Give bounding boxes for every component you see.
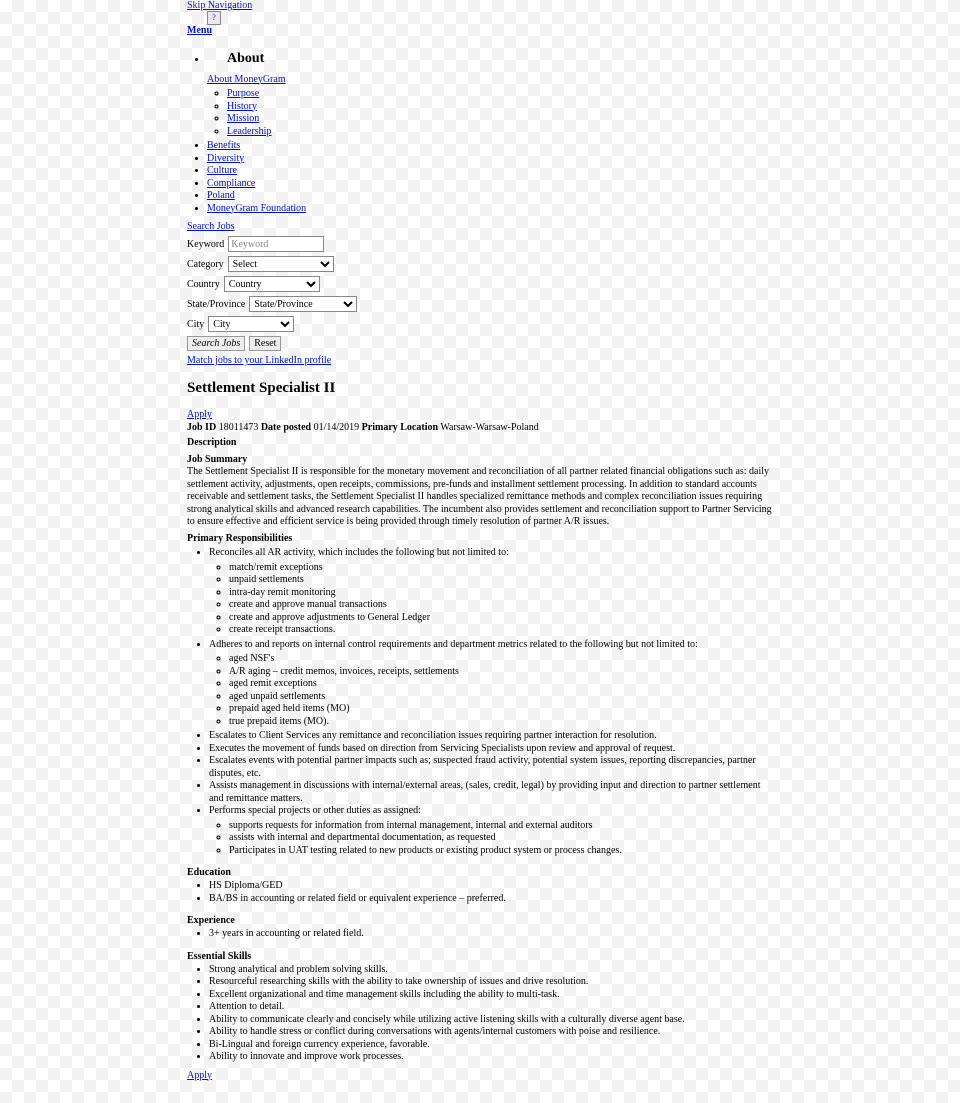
apply-top-link[interactable]: Apply: [187, 409, 212, 420]
nav-diversity[interactable]: Diversity: [207, 153, 244, 164]
menu-toggle[interactable]: Menu: [187, 25, 212, 36]
nav-compliance[interactable]: Compliance: [207, 178, 255, 189]
exp-1: 3+ years in accounting or related field.: [209, 928, 777, 941]
category-select[interactable]: Select: [228, 256, 334, 272]
about-heading: About: [227, 50, 960, 68]
date-posted-value: 01/14/2019: [314, 422, 360, 433]
job-meta: Job ID 18011473 Date posted 01/14/2019 P…: [187, 422, 960, 433]
about-moneygram-link[interactable]: About MoneyGram: [207, 74, 286, 85]
resp-1: Reconciles all AR activity, which includ…: [209, 547, 509, 558]
keyword-label: Keyword: [187, 239, 224, 250]
resp-2-1: aged NSF's: [229, 653, 777, 666]
resp-1-3: intra‑day remit monitoring: [229, 587, 777, 600]
ess-3: Excellent organizational and time manage…: [209, 989, 777, 1002]
resp-2-4: aged unpaid settlements: [229, 691, 777, 704]
primary-resp-heading: Primary Responsibilities: [187, 533, 777, 546]
edu-2: BA/BS in accounting or related field or …: [209, 893, 777, 906]
ess-2: Resourceful researching skills with the …: [209, 976, 777, 989]
nav-culture[interactable]: Culture: [207, 165, 237, 176]
nav-benefits[interactable]: Benefits: [207, 140, 240, 151]
sub-mission[interactable]: Mission: [227, 113, 259, 124]
search-section: Search Jobs Keyword Category Select Coun…: [187, 221, 960, 366]
resp-2-5: prepaid aged held items (MO): [229, 703, 777, 716]
country-label: Country: [187, 279, 220, 290]
resp-2: Adheres to and reports on internal contr…: [209, 639, 698, 650]
job-summary-heading: Job Summary: [187, 454, 777, 467]
search-button[interactable]: Search Jobs: [187, 336, 245, 351]
resp-6: Assists management in discussions with i…: [209, 780, 777, 805]
ess-6: Ability to handle stress or conflict dur…: [209, 1026, 777, 1039]
resp-2-6: true prepaid items (MO).: [229, 716, 777, 729]
category-label: Category: [187, 259, 224, 270]
resp-2-3: aged remit exceptions: [229, 678, 777, 691]
about-nav: About About MoneyGram Purpose History Mi…: [187, 50, 960, 215]
resp-1-1: match/remit exceptions: [229, 562, 777, 575]
ess-8: Ability to innovate and improve work pro…: [209, 1051, 777, 1064]
responsibilities: Reconciles all AR activity, which includ…: [187, 547, 777, 857]
resp-7-3: Participates in UAT testing related to n…: [229, 845, 777, 858]
essential-heading: Essential Skills: [187, 951, 960, 962]
country-select[interactable]: Country: [224, 276, 320, 292]
education-heading: Education: [187, 867, 960, 878]
primary-location-value: Warsaw-Warsaw-Poland: [440, 422, 538, 433]
nav-foundation[interactable]: MoneyGram Foundation: [207, 203, 306, 214]
job-id-value: 18011473: [219, 422, 259, 433]
date-posted-label: Date posted: [261, 422, 311, 433]
resp-1-2: unpaid settlements: [229, 574, 777, 587]
city-select[interactable]: City: [208, 316, 294, 332]
apply-bottom-link[interactable]: Apply: [187, 1070, 212, 1081]
linkedin-match-link[interactable]: Match jobs to your LinkedIn profile: [187, 355, 331, 366]
state-label: State/Province: [187, 299, 245, 310]
ess-1: Strong analytical and problem solving sk…: [209, 964, 777, 977]
ess-4: Attention to detail.: [209, 1001, 777, 1014]
resp-3: Escalates to Client Services any remitta…: [209, 730, 777, 743]
experience-list: 3+ years in accounting or related field.: [187, 928, 777, 941]
sub-leadership[interactable]: Leadership: [227, 126, 271, 137]
help-icon: ?: [207, 11, 221, 25]
job-id-label: Job ID: [187, 422, 216, 433]
description-heading: Description: [187, 437, 777, 450]
ess-5: Ability to communicate clearly and conci…: [209, 1014, 777, 1027]
education-list: HS Diploma/GED BA/BS in accounting or re…: [187, 880, 777, 905]
resp-4: Executes the movement of funds based on …: [209, 743, 777, 756]
ess-7: Bi‑Lingual and foreign currency experien…: [209, 1039, 777, 1052]
reset-button[interactable]: Reset: [249, 336, 281, 351]
city-label: City: [187, 319, 204, 330]
resp-7: Performs special projects or other dutie…: [209, 805, 421, 816]
resp-1-5: create and approve adjustments to Genera…: [229, 612, 777, 625]
experience-heading: Experience: [187, 915, 960, 926]
state-select[interactable]: State/Province: [249, 296, 357, 312]
skip-navigation-link[interactable]: Skip Navigation: [187, 0, 252, 11]
sub-purpose[interactable]: Purpose: [227, 88, 259, 99]
resp-2-2: A/R aging – credit memos, invoices, rece…: [229, 666, 777, 679]
resp-5: Escalates events with potential partner …: [209, 755, 777, 780]
resp-1-4: create and approve manual transactions: [229, 599, 777, 612]
sub-history[interactable]: History: [227, 101, 257, 112]
primary-location-label: Primary Location: [362, 422, 438, 433]
resp-7-2: assists with internal and departmental d…: [229, 832, 777, 845]
keyword-input[interactable]: [228, 236, 324, 252]
resp-7-1: supports requests for information from i…: [229, 820, 777, 833]
job-summary-text: The Settlement Specialist II is responsi…: [187, 466, 777, 529]
essential-list: Strong analytical and problem solving sk…: [187, 964, 777, 1064]
nav-poland[interactable]: Poland: [207, 190, 235, 201]
resp-1-6: create receipt transactions.: [229, 624, 777, 637]
search-jobs-link[interactable]: Search Jobs: [187, 221, 235, 232]
job-title: Settlement Specialist II: [187, 380, 960, 397]
edu-1: HS Diploma/GED: [209, 880, 777, 893]
